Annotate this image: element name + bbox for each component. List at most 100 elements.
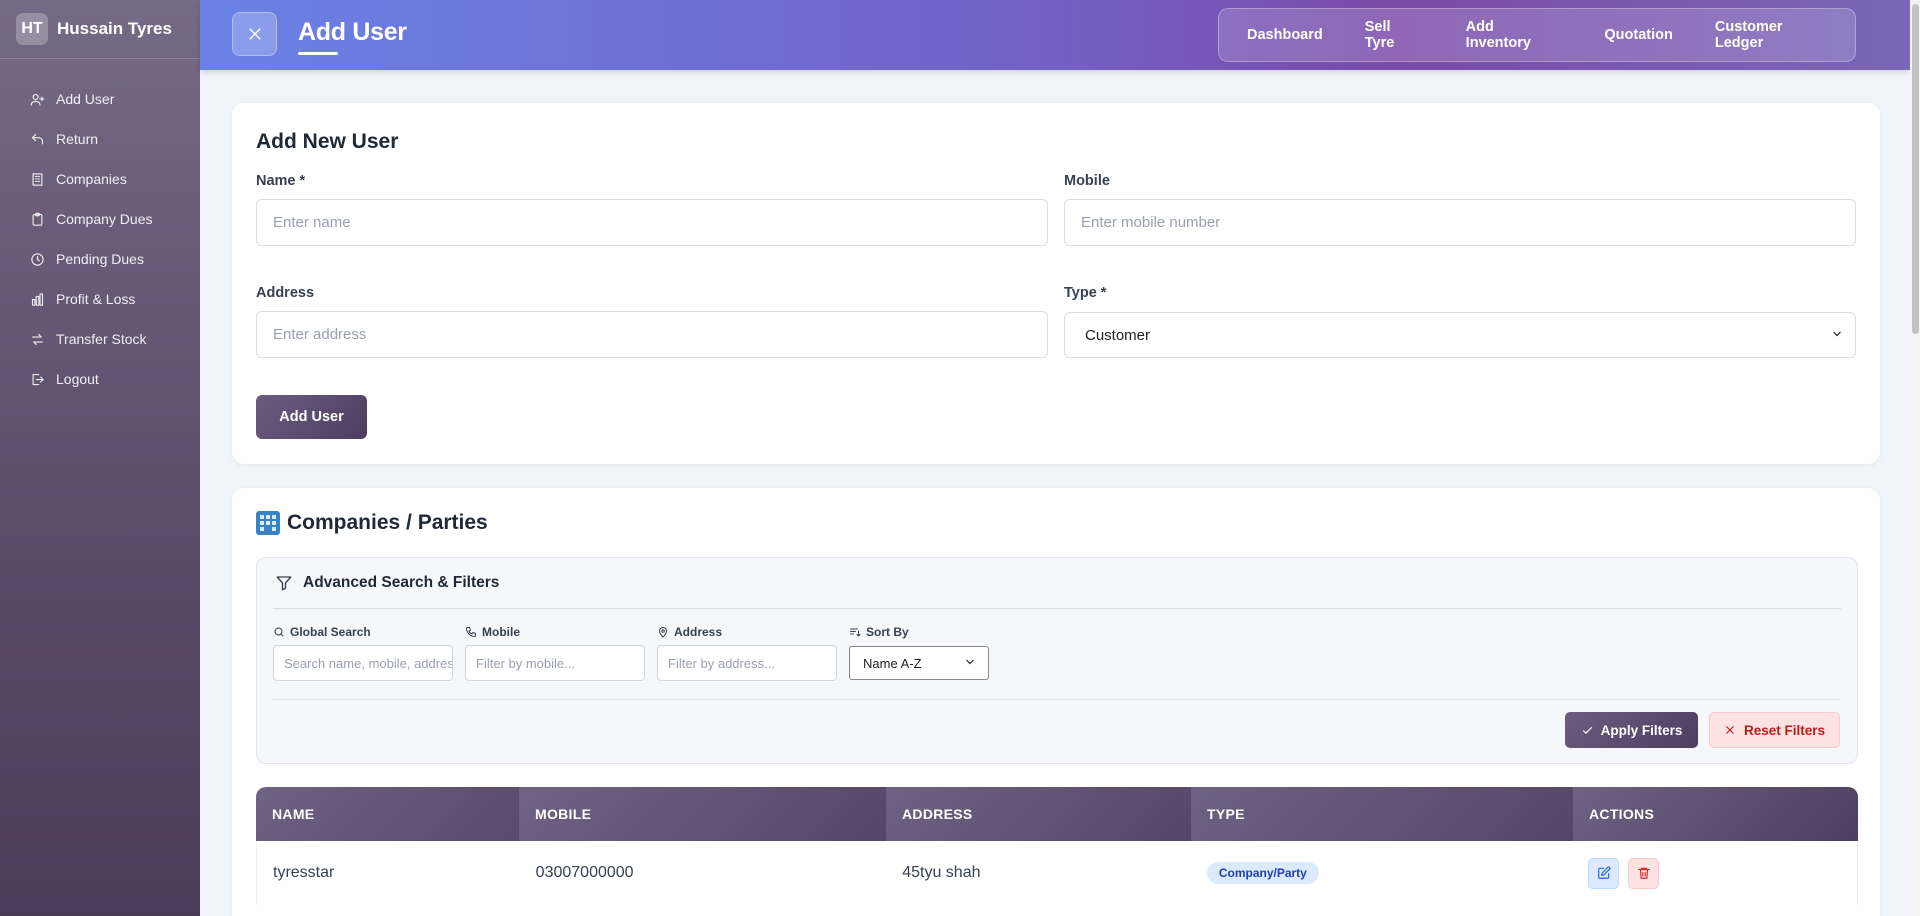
nav-quotation[interactable]: Quotation: [1583, 16, 1693, 54]
apply-filters-button[interactable]: Apply Filters: [1565, 712, 1698, 748]
address-filter-label: Address: [657, 625, 722, 639]
filters-header: Advanced Search & Filters: [275, 574, 499, 592]
mobile-filter-input[interactable]: Filter by mobile...: [465, 645, 645, 681]
top-nav: Dashboard Sell Tyre Add Inventory Quotat…: [1218, 8, 1856, 62]
col-mobile[interactable]: MOBILE: [519, 787, 886, 841]
add-user-button[interactable]: Add User: [256, 395, 367, 439]
sidebar-item-return[interactable]: Return: [0, 119, 200, 159]
top-header: Add User Dashboard Sell Tyre Add Invento…: [200, 0, 1910, 70]
sidebar-item-label: Companies: [56, 171, 127, 187]
type-badge: Company/Party: [1206, 862, 1319, 884]
undo-icon: [28, 130, 46, 148]
user-plus-icon: [28, 90, 46, 108]
cell-mobile: 03007000000: [535, 864, 634, 881]
sidebar-item-label: Transfer Stock: [56, 331, 147, 347]
sidebar-item-label: Profit & Loss: [56, 291, 136, 307]
table-row[interactable]: tyresstar 03007000000 45tyu shah Company…: [256, 841, 1858, 905]
close-icon: [248, 28, 261, 40]
sidebar-item-label: Return: [56, 131, 99, 147]
name-input[interactable]: Enter name: [256, 199, 1048, 246]
companies-card: Companies / Parties Advanced Search & Fi…: [232, 488, 1880, 916]
sidebar-item-companies[interactable]: Companies: [0, 159, 200, 199]
close-button[interactable]: [232, 12, 277, 56]
page-title: Add User: [298, 18, 407, 46]
edit-icon: [1598, 866, 1611, 879]
search-icon: [274, 627, 284, 637]
nav-sell-tyre[interactable]: Sell Tyre: [1344, 16, 1445, 54]
address-label: Address: [256, 285, 315, 301]
x-icon: [1726, 726, 1734, 734]
type-select-value: Customer: [1085, 326, 1151, 344]
filter-icon: [276, 576, 292, 591]
brand-logo: HT: [16, 13, 48, 45]
sidebar-item-label: Logout: [56, 371, 99, 387]
sidebar-item-label: Add User: [56, 91, 115, 107]
title-underline: [298, 52, 338, 55]
global-search-label-text: Global Search: [290, 625, 371, 639]
nav-add-inventory[interactable]: Add Inventory: [1445, 16, 1584, 54]
edit-button[interactable]: [1588, 857, 1620, 889]
reset-filters-label: Reset Filters: [1743, 722, 1826, 738]
list-title: Companies / Parties: [287, 511, 488, 534]
sort-label: Sort By: [849, 625, 909, 639]
chevron-down-icon: [964, 656, 976, 671]
mobile-label: Mobile: [1064, 173, 1110, 189]
sort-select[interactable]: Name A-Z: [849, 646, 989, 680]
col-type[interactable]: TYPE: [1191, 787, 1573, 841]
cell-actions: [1572, 841, 1857, 905]
sidebar-nav: Add User Return Companies Company Dues P…: [0, 59, 200, 399]
page-scrollbar[interactable]: [1910, 0, 1920, 916]
transfer-icon: [28, 330, 46, 348]
sidebar-item-logout[interactable]: Logout: [0, 359, 200, 399]
logout-icon: [28, 370, 46, 388]
col-name[interactable]: NAME: [256, 787, 519, 841]
global-search-label: Global Search: [273, 625, 371, 639]
sidebar-item-company-dues[interactable]: Company Dues: [0, 199, 200, 239]
form-title: Add New User: [256, 130, 399, 153]
sidebar: HT Hussain Tyres Add User Return Compani…: [0, 0, 200, 916]
address-input[interactable]: Enter address: [256, 311, 1048, 358]
cell-name: tyresstar: [273, 864, 335, 881]
nav-dashboard[interactable]: Dashboard: [1226, 16, 1344, 54]
delete-button[interactable]: [1628, 857, 1660, 889]
add-user-card: Add New User Name * Enter name Mobile En…: [232, 103, 1880, 464]
filters-title: Advanced Search & Filters: [303, 574, 500, 591]
divider: [273, 699, 1841, 700]
nav-customer-ledger[interactable]: Customer Ledger: [1694, 16, 1855, 54]
scrollbar-thumb[interactable]: [1912, 4, 1919, 334]
sidebar-item-add-user[interactable]: Add User: [0, 79, 200, 119]
brand-name: Hussain Tyres: [57, 19, 172, 38]
check-icon: [1582, 726, 1592, 734]
sort-select-value: Name A-Z: [863, 655, 922, 671]
bar-chart-icon: [28, 290, 46, 308]
sort-label-text: Sort By: [866, 625, 909, 639]
divider: [273, 608, 1841, 609]
sidebar-item-label: Pending Dues: [56, 251, 144, 267]
type-select[interactable]: Customer: [1064, 312, 1856, 358]
mobile-input[interactable]: Enter mobile number: [1064, 199, 1856, 246]
type-label: Type *: [1064, 285, 1107, 301]
table-header: NAME MOBILE ADDRESS TYPE ACTIONS: [256, 787, 1858, 841]
apply-filters-label: Apply Filters: [1600, 722, 1683, 738]
col-address[interactable]: ADDRESS: [886, 787, 1191, 841]
sidebar-item-profit-loss[interactable]: Profit & Loss: [0, 279, 200, 319]
clipboard-icon: [28, 210, 46, 228]
companies-table: NAME MOBILE ADDRESS TYPE ACTIONS tyresst…: [256, 787, 1858, 905]
cell-address: 45tyu shah: [902, 864, 981, 881]
clock-icon: [28, 250, 46, 268]
filters-panel: Advanced Search & Filters Global Search …: [256, 557, 1858, 764]
map-pin-icon: [659, 627, 667, 638]
trash-icon: [1638, 867, 1650, 879]
sidebar-item-label: Company Dues: [56, 211, 153, 227]
sort-icon: [850, 628, 861, 637]
global-search-input[interactable]: Search name, mobile, address...: [273, 645, 453, 681]
sidebar-item-transfer-stock[interactable]: Transfer Stock: [0, 319, 200, 359]
sidebar-item-pending-dues[interactable]: Pending Dues: [0, 239, 200, 279]
col-actions: ACTIONS: [1573, 787, 1858, 841]
cell-type: Company/Party: [1191, 841, 1573, 905]
address-filter-input[interactable]: Filter by address...: [657, 645, 837, 681]
reset-filters-button[interactable]: Reset Filters: [1709, 712, 1840, 748]
list-heading: Companies / Parties: [256, 511, 488, 535]
address-filter-label-text: Address: [674, 625, 723, 639]
brand[interactable]: HT Hussain Tyres: [0, 0, 200, 59]
